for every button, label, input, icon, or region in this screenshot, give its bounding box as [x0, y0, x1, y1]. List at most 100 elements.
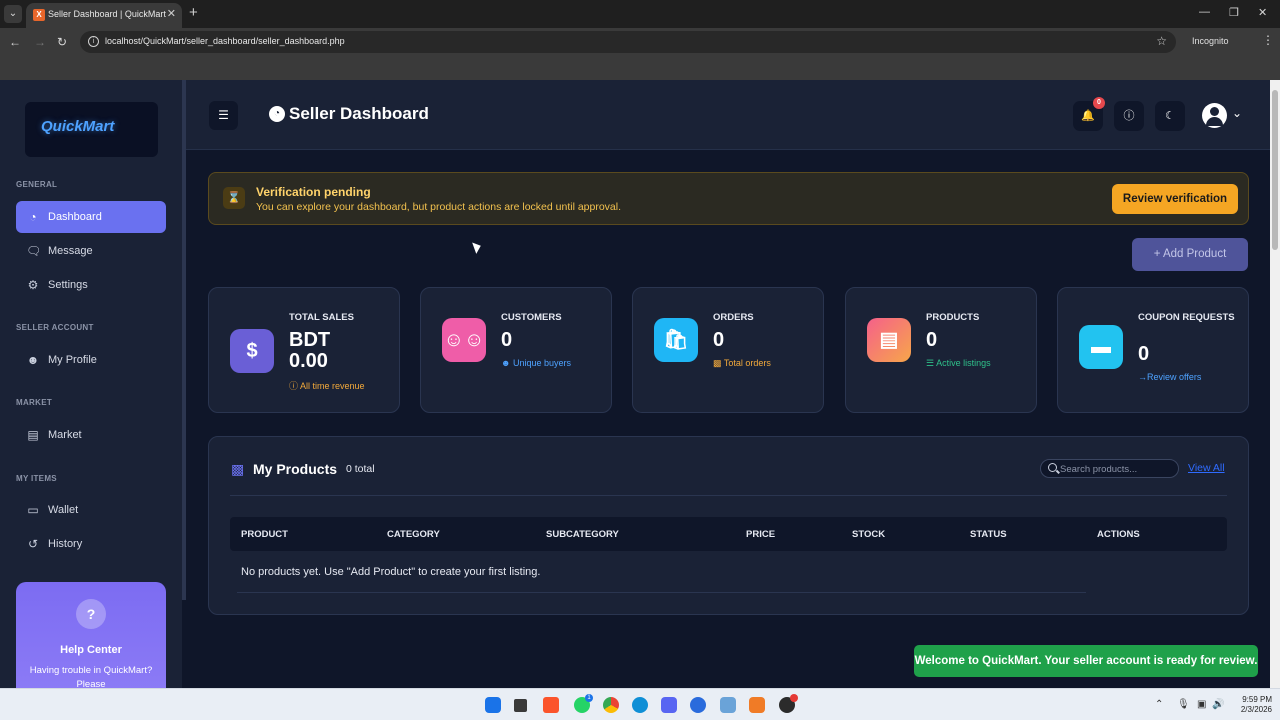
clock-date: 2/3/2026: [1240, 705, 1272, 714]
logo-text: QuickMart: [41, 118, 115, 135]
sidebar-item-message[interactable]: 🗨 Message: [16, 235, 166, 267]
microphone-icon[interactable]: 🎙: [1177, 699, 1190, 710]
tab-search-button[interactable]: ⌄: [4, 5, 22, 23]
bookmark-star-icon[interactable]: ☆: [1156, 34, 1167, 48]
review-verification-button[interactable]: Review verification: [1112, 184, 1238, 214]
user-plus-icon: ☻: [501, 358, 513, 368]
arrow-right-icon: →: [1138, 372, 1147, 382]
section-label-general: GENERAL: [16, 180, 58, 189]
search-input[interactable]: [1060, 462, 1172, 476]
forward-icon[interactable]: →: [34, 35, 46, 49]
sidebar-item-history[interactable]: ↺ History: [16, 528, 166, 560]
dashboard-icon: ◔: [29, 210, 37, 224]
chrome-icon[interactable]: [603, 697, 619, 713]
info-button[interactable]: ⓘ: [1114, 101, 1144, 131]
browser-tab[interactable]: X Seller Dashboard | QuickMart ✕: [26, 3, 182, 28]
menu-toggle-button[interactable]: ☰: [209, 101, 238, 130]
site-info-icon[interactable]: i: [88, 36, 99, 47]
avatar[interactable]: [1202, 103, 1227, 128]
start-menu-icon[interactable]: [485, 697, 501, 713]
sidebar-item-wallet[interactable]: ▭ Wallet: [16, 494, 166, 526]
minimize-button[interactable]: —: [1199, 6, 1210, 18]
network-icon[interactable]: ▣: [1197, 699, 1206, 710]
sidebar-item-market[interactable]: ▤ Market: [16, 419, 166, 451]
product-count: 0 total: [346, 463, 375, 475]
empty-state-message: No products yet. Use "Add Product" to cr…: [241, 566, 541, 578]
stat-sub: ☻ Unique buyers: [501, 358, 571, 368]
speaker-icon[interactable]: 🔊: [1212, 699, 1224, 710]
stat-sub: ⓘ All time revenue: [289, 379, 365, 392]
incognito-indicator[interactable]: Incognito: [1192, 36, 1229, 46]
sidebar-item-label: Message: [48, 245, 93, 257]
dollar-icon: $: [230, 329, 274, 373]
sidebar-item-label: My Profile: [48, 354, 97, 366]
close-window-button[interactable]: ✕: [1258, 6, 1267, 19]
tab-close-icon[interactable]: ✕: [167, 7, 176, 20]
sidebar-item-label: Settings: [48, 279, 88, 291]
view-all-link[interactable]: View All: [1188, 462, 1225, 474]
column-header: CATEGORY: [387, 529, 440, 540]
layers-icon: ☰: [926, 358, 937, 368]
sidebar-item-dashboard[interactable]: ◔ Dashboard: [16, 201, 166, 233]
stat-value: 0: [713, 329, 725, 351]
logo[interactable]: QuickMart: [25, 102, 158, 157]
back-icon[interactable]: ←: [9, 35, 21, 49]
tab-title: Seller Dashboard | QuickMart: [48, 9, 166, 19]
boxes-icon: ▩: [231, 461, 245, 477]
sidebar-item-settings[interactable]: ⚙ Settings: [16, 269, 166, 301]
stat-label: CUSTOMERS: [501, 312, 562, 323]
edge-icon[interactable]: [632, 697, 648, 713]
question-icon: ?: [76, 599, 106, 629]
chevron-down-icon[interactable]: ⌄: [1232, 106, 1242, 120]
hourglass-icon: ⌛: [223, 187, 245, 209]
stat-sub: ☰ Active listings: [926, 358, 991, 369]
address-bar[interactable]: i localhost/QuickMart/seller_dashboard/s…: [80, 31, 1176, 53]
moon-icon: ☾: [1165, 110, 1175, 122]
stat-card-customers: ☺☺ CUSTOMERS 0 ☻ Unique buyers: [420, 287, 612, 413]
add-product-button[interactable]: + Add Product: [1132, 238, 1248, 271]
verification-alert: ⌛ Verification pending You can explore y…: [208, 172, 1249, 225]
vscode-icon[interactable]: [690, 697, 706, 713]
brave-icon[interactable]: [543, 697, 559, 713]
review-offers-link[interactable]: →Review offers: [1138, 372, 1201, 382]
divider: [230, 495, 1227, 496]
welcome-toast[interactable]: Welcome to QuickMart. Your seller accoun…: [914, 645, 1258, 677]
restore-button[interactable]: ❐: [1229, 6, 1239, 19]
section-label-market: MARKET: [16, 398, 53, 407]
help-center-card[interactable]: ? Help Center Having trouble in QuickMar…: [16, 582, 166, 688]
new-tab-button[interactable]: +: [189, 4, 198, 21]
section-label-seller-account: SELLER ACCOUNT: [16, 323, 94, 332]
main-content: ☰ ◔ Seller Dashboard 🔔 0 ⓘ ☾ ⌄ ⌛ Verific…: [186, 80, 1270, 688]
divider: [237, 592, 1086, 593]
chevron-up-icon[interactable]: ⌃: [1155, 699, 1163, 710]
column-header: ACTIONS: [1097, 529, 1140, 540]
stat-label: ORDERS: [713, 312, 754, 323]
info-icon: ⓘ: [289, 381, 301, 391]
avatar-head: [1210, 107, 1219, 116]
reload-icon[interactable]: ↻: [57, 35, 67, 49]
info-icon: ⓘ: [1123, 110, 1135, 122]
mail-icon[interactable]: [720, 697, 736, 713]
stat-card-orders: 🛍 ORDERS 0 ▩ Total orders: [632, 287, 824, 413]
stat-sub-text: Unique buyers: [512, 358, 572, 368]
system-clock[interactable]: 9:59 PM 2/3/2026: [1226, 695, 1272, 715]
shopping-bag-icon: 🛍: [654, 318, 698, 362]
column-header: SUBCATEGORY: [546, 529, 619, 540]
scrollbar-thumb[interactable]: [1272, 90, 1278, 250]
column-header: PRICE: [746, 529, 776, 540]
page-scrollbar[interactable]: [1270, 80, 1280, 688]
avatar-body: [1206, 117, 1223, 126]
file-explorer-icon[interactable]: [514, 699, 527, 712]
stat-card-coupon-requests: ▬ COUPON REQUESTS 0 →Review offers: [1057, 287, 1249, 413]
stat-value: 0: [1138, 343, 1150, 365]
browser-menu-icon[interactable]: ⋮: [1262, 33, 1274, 47]
sidebar-item-my-profile[interactable]: ☻ My Profile: [16, 344, 166, 376]
whatsapp-badge: 1: [585, 694, 593, 702]
sidebar: QuickMart GENERAL ◔ Dashboard 🗨 Message …: [0, 80, 182, 688]
message-icon: 🗨: [26, 244, 42, 258]
stat-label: PRODUCTS: [926, 312, 980, 323]
xampp-icon[interactable]: [749, 697, 765, 713]
theme-toggle-button[interactable]: ☾: [1155, 101, 1185, 131]
discord-icon[interactable]: [661, 697, 677, 713]
sidebar-item-label: Market: [48, 429, 82, 441]
